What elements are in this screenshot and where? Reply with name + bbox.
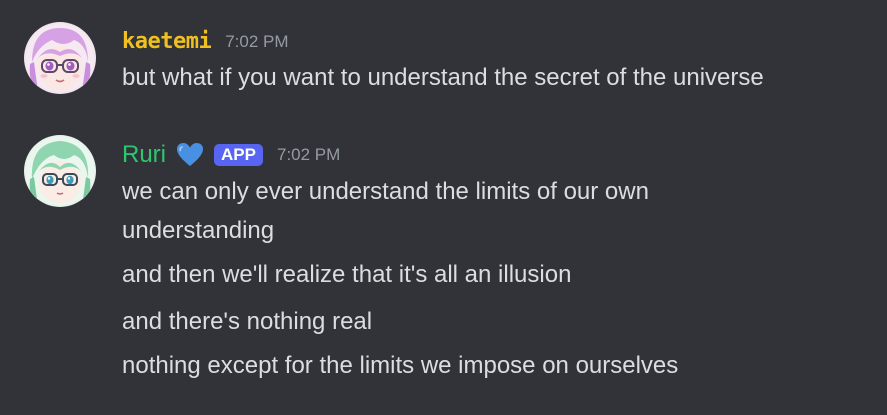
message-text: but what if you want to understand the s… — [122, 64, 764, 91]
message-header-ruri: Ruri APP 7:02 PM — [122, 140, 340, 170]
username-ruri[interactable]: Ruri — [122, 140, 166, 170]
message-text: understanding — [122, 217, 275, 244]
avatar-kaetemi-image — [24, 22, 96, 94]
message-text: and then we'll realize that it's all an … — [122, 261, 572, 288]
app-badge: APP — [214, 144, 263, 166]
avatar-ruri[interactable] — [24, 135, 96, 207]
blue-heart-icon — [176, 142, 204, 168]
avatar-kaetemi[interactable] — [24, 22, 96, 94]
message-text: we can only ever understand the limits o… — [122, 178, 649, 205]
message-header-kaetemi: kaetemi 7:02 PM — [122, 27, 289, 57]
avatar-ruri-image — [24, 135, 96, 207]
timestamp[interactable]: 7:02 PM — [225, 27, 288, 57]
timestamp[interactable]: 7:02 PM — [277, 140, 340, 170]
message-text: and there's nothing real — [122, 308, 373, 335]
username-kaetemi[interactable]: kaetemi — [122, 27, 212, 57]
message-text: nothing except for the limits we impose … — [122, 352, 679, 379]
